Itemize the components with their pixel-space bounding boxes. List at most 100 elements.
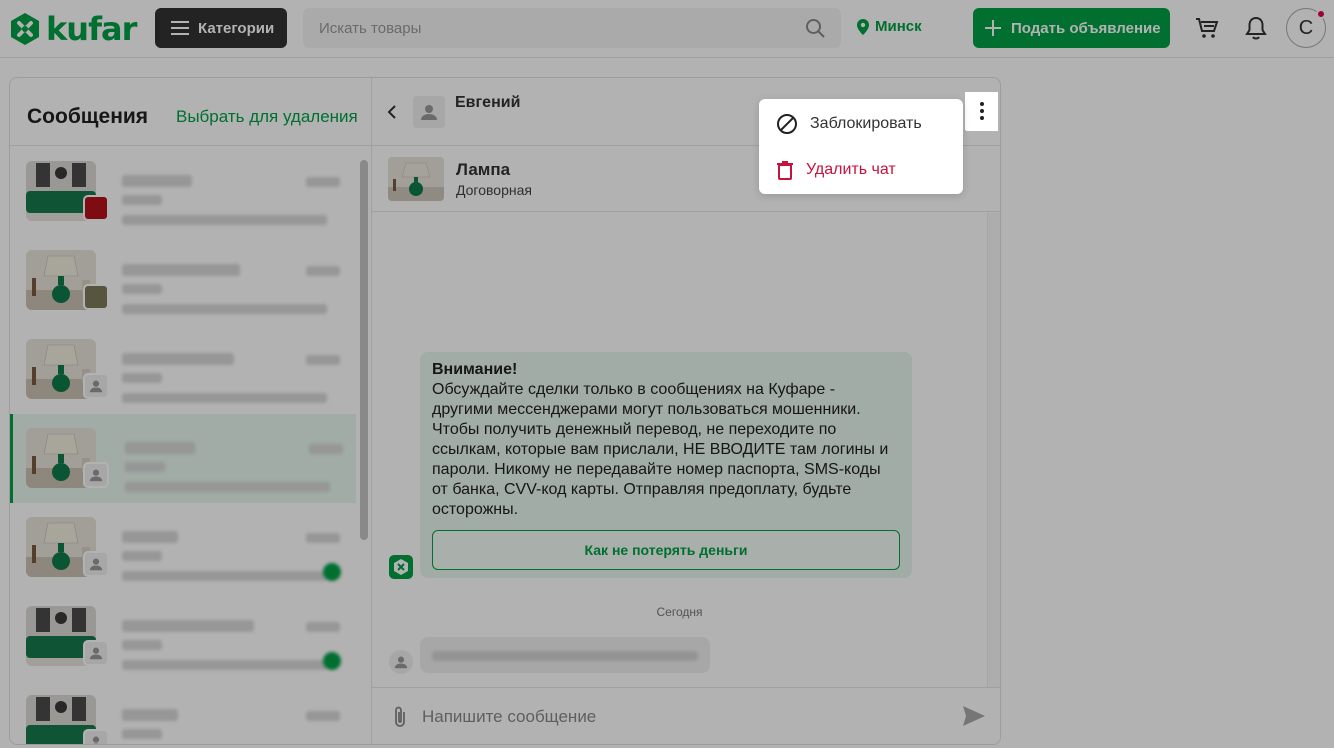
conversation-item[interactable]: [10, 414, 356, 503]
buyer-avatar: [83, 195, 109, 221]
blurred-item: [122, 729, 162, 739]
blurred-item: [122, 284, 162, 294]
chat-options-menu: Заблокировать Удалить чат: [759, 99, 963, 194]
message-bubble: [420, 637, 710, 673]
logo-text: kufar: [46, 10, 137, 48]
blurred-preview: [125, 482, 330, 492]
item-price: Договорная: [456, 182, 532, 198]
conversation-scrollbar[interactable]: [360, 160, 368, 540]
select-for-delete-link[interactable]: Выбрать для удаления: [176, 107, 358, 127]
warning-title: Внимание!: [432, 361, 518, 378]
blurred-name: [122, 620, 254, 632]
blurred-timestamp: [306, 355, 340, 365]
post-ad-button[interactable]: Подать объявление: [973, 8, 1170, 48]
block-user-menu-item[interactable]: Заблокировать: [765, 104, 941, 144]
chat-scrollbar[interactable]: [987, 213, 1000, 687]
bell-icon[interactable]: [1245, 16, 1267, 40]
blurred-name: [122, 264, 240, 276]
user-avatar-button[interactable]: С: [1286, 8, 1326, 48]
chat-user-avatar: [413, 96, 445, 128]
buyer-avatar: [83, 729, 109, 744]
message-input[interactable]: [422, 700, 942, 734]
city-label: Минск: [875, 18, 922, 35]
buyer-avatar: [83, 640, 109, 666]
block-user-label: Заблокировать: [810, 115, 922, 132]
chat-messages-area: Внимание! Обсуждайте сделки только в соо…: [372, 213, 987, 687]
kufar-logo-icon: [11, 13, 39, 45]
kebab-dot: [979, 109, 984, 113]
conversation-item[interactable]: [10, 592, 356, 681]
item-thumbnail: [388, 157, 444, 201]
blurred-preview: [122, 571, 327, 581]
buyer-avatar: [83, 462, 109, 488]
unread-badge: [323, 652, 341, 670]
user-placeholder-icon: [394, 656, 408, 669]
hamburger-icon: [171, 21, 189, 35]
blurred-timestamp: [306, 177, 340, 187]
kufar-logo-icon: [394, 559, 408, 575]
send-icon[interactable]: [962, 704, 986, 728]
messages-title: Сообщения: [27, 105, 149, 128]
blurred-item: [122, 551, 162, 561]
kebab-dot: [979, 116, 984, 120]
block-icon: [777, 114, 797, 134]
blurred-name: [122, 353, 234, 365]
delete-chat-menu-item[interactable]: Удалить чат: [765, 150, 941, 190]
how-not-to-lose-money-button[interactable]: Как не потерять деньги: [432, 530, 900, 570]
blurred-preview: [122, 304, 327, 314]
cart-icon[interactable]: [1195, 16, 1219, 40]
conversation-item[interactable]: [10, 236, 356, 325]
user-placeholder-icon: [421, 105, 437, 120]
notification-dot: [1316, 9, 1326, 19]
blurred-timestamp: [306, 266, 340, 276]
search-icon[interactable]: [805, 18, 825, 38]
categories-label: Категории: [198, 19, 275, 37]
buyer-avatar: [83, 551, 109, 577]
lamp-image: [388, 157, 444, 201]
user-initial: С: [1298, 16, 1314, 39]
post-ad-label: Подать объявление: [1011, 19, 1161, 37]
buyer-avatar: [83, 284, 109, 310]
location-pin-icon: [857, 18, 869, 35]
blurred-preview: [122, 660, 327, 670]
blurred-timestamp: [306, 533, 340, 543]
trash-icon: [777, 161, 793, 180]
message-input-bar: [372, 687, 1000, 744]
conversation-item[interactable]: [10, 147, 356, 236]
blurred-name: [122, 531, 178, 543]
blurred-timestamp: [306, 622, 340, 632]
city-selector[interactable]: Минск: [857, 18, 922, 35]
categories-button[interactable]: Категории: [155, 8, 287, 48]
blurred-preview: [122, 215, 327, 225]
blurred-timestamp: [309, 444, 343, 454]
blurred-preview: [122, 393, 327, 403]
top-header: kufar Категории Минск Подать объявление …: [0, 0, 1334, 58]
blurred-item: [122, 640, 162, 650]
unread-badge: [323, 563, 341, 581]
more-options-button-active[interactable]: [965, 92, 998, 130]
blurred-message-text: [432, 651, 698, 661]
blurred-item: [122, 373, 162, 383]
blurred-name: [122, 175, 192, 187]
conversations-header: Сообщения Выбрать для удаления: [10, 78, 372, 146]
delete-chat-label: Удалить чат: [806, 161, 896, 178]
paperclip-icon[interactable]: [392, 705, 408, 729]
blurred-item: [122, 195, 162, 205]
blurred-timestamp: [306, 711, 340, 721]
conversation-item[interactable]: [10, 681, 356, 744]
conversations-column: Сообщения Выбрать для удаления: [10, 78, 372, 744]
conversation-list: [10, 147, 358, 744]
search-bar: [303, 8, 841, 48]
back-arrow-icon[interactable]: [387, 105, 397, 119]
search-input[interactable]: [319, 19, 779, 37]
blurred-name: [125, 442, 195, 454]
warning-text: Обсуждайте сделки только в сообщениях на…: [432, 381, 889, 518]
blurred-item: [125, 462, 165, 472]
kufar-system-avatar: [389, 555, 413, 579]
kufar-logo[interactable]: kufar: [8, 10, 137, 48]
blurred-name: [122, 709, 178, 721]
date-divider: Сегодня: [656, 605, 703, 619]
conversation-item[interactable]: [10, 325, 356, 414]
conversation-item[interactable]: [10, 503, 356, 592]
item-title: Лампа: [456, 160, 511, 179]
